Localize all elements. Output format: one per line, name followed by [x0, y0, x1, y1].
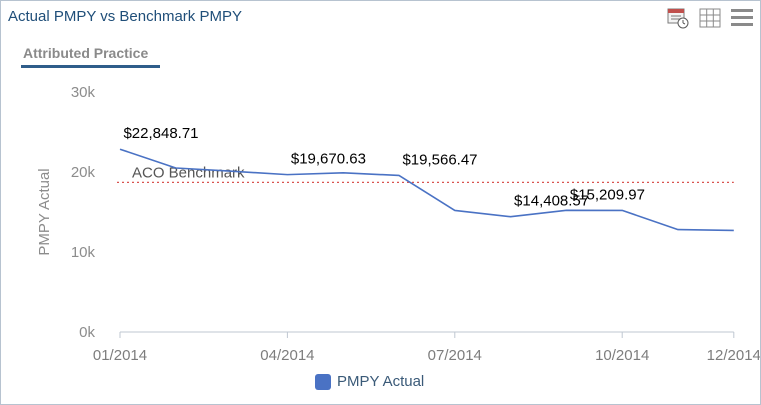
legend[interactable]: PMPY Actual [315, 373, 424, 390]
x-tick-label: 07/2014 [428, 347, 482, 364]
benchmark-label: ACO Benchmark [132, 164, 245, 181]
y-tick-label: 0k [79, 324, 95, 341]
y-tick-label: 10k [71, 244, 96, 261]
x-tick-label: 01/2014 [93, 347, 147, 364]
x-tick-label: 04/2014 [260, 347, 314, 364]
chart-panel: Actual PMPY vs Benchmark PMPY Attributed… [0, 0, 761, 405]
data-label: $19,670.63 [291, 151, 366, 168]
y-tick-label: 20k [71, 164, 96, 181]
legend-label: PMPY Actual [337, 373, 425, 390]
y-tick-label: 30k [71, 84, 96, 101]
x-tick-label: 12/2014 [707, 347, 760, 364]
data-label: $19,566.47 [402, 151, 477, 168]
legend-swatch [315, 373, 331, 390]
y-axis-title: PMPY Actual [36, 168, 53, 255]
data-label: $22,848.71 [123, 125, 198, 142]
x-tick-label: 10/2014 [595, 347, 649, 364]
line-chart: PMPY Actual 0k 10k 20k 30k 01/2014 04/2014 07/2… [36, 84, 760, 364]
data-label: $15,209.97 [570, 186, 645, 203]
